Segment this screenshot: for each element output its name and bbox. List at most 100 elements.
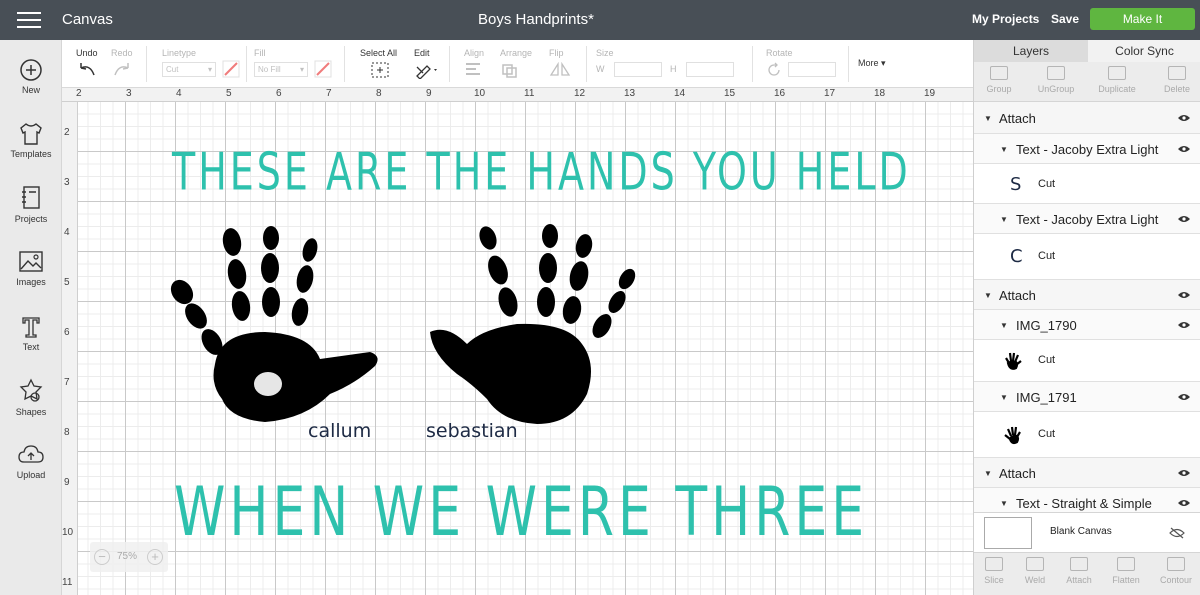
caret-down-icon[interactable]: ▼: [1000, 321, 1008, 330]
sidebar-item-images[interactable]: Images: [0, 250, 62, 287]
caret-down-icon[interactable]: ▼: [984, 291, 992, 300]
group-button[interactable]: Group: [974, 66, 1024, 94]
layer-attach-row[interactable]: ▼ Attach: [974, 458, 1200, 488]
plus-circle-icon: [20, 59, 42, 81]
flatten-button[interactable]: Flatten: [1101, 557, 1151, 585]
caret-down-icon[interactable]: ▼: [984, 114, 992, 123]
tab-layers[interactable]: Layers: [974, 40, 1088, 62]
eye-icon[interactable]: [1177, 469, 1191, 477]
linetype-color-swatch-icon[interactable]: [222, 60, 240, 78]
blank-canvas-row[interactable]: Blank Canvas: [974, 512, 1200, 552]
ruler-tick-label: 16: [774, 88, 786, 99]
eye-icon[interactable]: [1177, 114, 1191, 122]
sidebar-item-text[interactable]: Text: [0, 315, 62, 352]
right-handprint-image[interactable]: [422, 224, 637, 429]
slice-icon: [985, 557, 1003, 571]
tab-color-sync[interactable]: Color Sync: [1088, 40, 1200, 62]
fill-control[interactable]: Fill: [254, 48, 266, 58]
size-control: Size: [596, 48, 614, 58]
toolbar-divider: [848, 46, 849, 82]
caret-down-icon[interactable]: ▼: [1000, 145, 1008, 154]
eye-icon[interactable]: [1177, 393, 1191, 401]
zoom-out-button[interactable]: −: [94, 549, 110, 565]
layer-linetype-label: Cut: [1038, 178, 1056, 190]
group-icon: [990, 66, 1008, 80]
attach-button[interactable]: Attach: [1054, 557, 1104, 585]
shapes-icon: [19, 378, 43, 402]
linetype-control[interactable]: Linetype: [162, 48, 196, 58]
eye-hidden-icon[interactable]: [1169, 527, 1185, 539]
sidebar-item-upload[interactable]: Upload: [0, 443, 62, 480]
zoom-level: 75%: [117, 551, 138, 562]
eye-icon[interactable]: [1177, 321, 1191, 329]
undo-button[interactable]: Undo: [76, 48, 98, 80]
canvas-text-top-line[interactable]: THESE ARE THE HANDS YOU HELD: [172, 142, 911, 201]
edit-button[interactable]: Edit: [414, 48, 440, 81]
layer-group-row[interactable]: ▼ Text - Straight & Simple: [974, 488, 1200, 512]
layer-group-row[interactable]: ▼ IMG_1790: [974, 310, 1200, 340]
align-button[interactable]: Align: [464, 48, 488, 80]
rotate-icon: [768, 62, 780, 76]
linetype-select[interactable]: Cut ▾: [162, 62, 216, 77]
size-w-label: W: [596, 64, 605, 74]
shirt-icon: [20, 123, 42, 145]
layer-item-row[interactable]: Cut: [974, 340, 1200, 382]
sidebar-item-projects[interactable]: Projects: [0, 185, 62, 224]
caret-down-icon[interactable]: ▼: [984, 469, 992, 478]
canvas-text-bottom-line[interactable]: WHEN WE WERE THREE: [174, 474, 868, 552]
duplicate-button[interactable]: Duplicate: [1092, 66, 1142, 94]
eye-icon[interactable]: [1177, 291, 1191, 299]
toolbar-divider: [246, 46, 247, 82]
layer-group-row[interactable]: ▼ IMG_1791: [974, 382, 1200, 412]
eye-icon[interactable]: [1177, 499, 1191, 507]
save-button[interactable]: Save: [1051, 12, 1079, 26]
sidebar-item-shapes[interactable]: Shapes: [0, 378, 62, 417]
sidebar-item-label: Upload: [16, 470, 46, 480]
fill-color-swatch-icon[interactable]: [314, 60, 332, 78]
blank-canvas-swatch[interactable]: [984, 517, 1032, 549]
canvas-name-right[interactable]: sebastian: [426, 420, 518, 442]
ruler-tick-label: 5: [226, 88, 232, 99]
layer-item-row[interactable]: Cut: [974, 412, 1200, 458]
ruler-tick-label: 12: [574, 88, 586, 99]
delete-button[interactable]: Delete: [1152, 66, 1200, 94]
layer-attach-row[interactable]: ▼ Attach: [974, 280, 1200, 310]
eye-icon[interactable]: [1177, 145, 1191, 153]
select-all-button[interactable]: Select All: [360, 48, 397, 81]
arrange-button[interactable]: Arrange: [500, 48, 532, 80]
weld-button[interactable]: Weld: [1010, 557, 1060, 585]
layer-attach-row[interactable]: ▼ Attach: [974, 102, 1200, 134]
contour-button[interactable]: Contour: [1151, 557, 1200, 585]
redo-button[interactable]: Redo: [111, 48, 133, 80]
layer-item-row[interactable]: S Cut: [974, 164, 1200, 204]
rotate-label: Rotate: [766, 48, 793, 58]
caret-down-icon[interactable]: ▼: [1000, 215, 1008, 224]
left-handprint-image[interactable]: [170, 224, 382, 429]
caret-down-icon[interactable]: ▼: [1000, 393, 1008, 402]
ungroup-button[interactable]: UnGroup: [1031, 66, 1081, 94]
left-ruler: 2 3 4 5 6 7 8 9 10 11: [62, 102, 78, 595]
attach-label: Attach: [1066, 575, 1092, 585]
ruler-tick-label: 7: [326, 88, 332, 99]
layer-item-row[interactable]: C Cut: [974, 234, 1200, 280]
my-projects-link[interactable]: My Projects: [972, 12, 1039, 26]
layer-tools: Group UnGroup Duplicate Delete: [974, 62, 1200, 102]
fill-select[interactable]: No Fill ▾: [254, 62, 308, 77]
canvas-name-left[interactable]: callum: [308, 420, 371, 442]
sidebar-item-new[interactable]: New: [0, 58, 62, 95]
flip-button[interactable]: Flip: [549, 48, 573, 80]
edit-pencil-icon: [416, 65, 437, 80]
design-canvas[interactable]: THESE ARE THE HANDS YOU HELD callum seba…: [78, 102, 973, 595]
eye-icon[interactable]: [1177, 215, 1191, 223]
sidebar-item-templates[interactable]: Templates: [0, 122, 62, 159]
more-button[interactable]: More ▾: [858, 58, 886, 69]
caret-down-icon[interactable]: ▼: [1000, 499, 1008, 508]
layer-group-row[interactable]: ▼ Text - Jacoby Extra Light: [974, 204, 1200, 234]
layer-group-row[interactable]: ▼ Text - Jacoby Extra Light: [974, 134, 1200, 164]
size-width-input[interactable]: [614, 62, 662, 77]
size-height-input[interactable]: [686, 62, 734, 77]
make-it-button[interactable]: Make It: [1090, 8, 1195, 30]
rotate-input[interactable]: [788, 62, 836, 77]
zoom-in-button[interactable]: +: [147, 549, 163, 565]
ruler-tick-label: 8: [64, 427, 70, 438]
